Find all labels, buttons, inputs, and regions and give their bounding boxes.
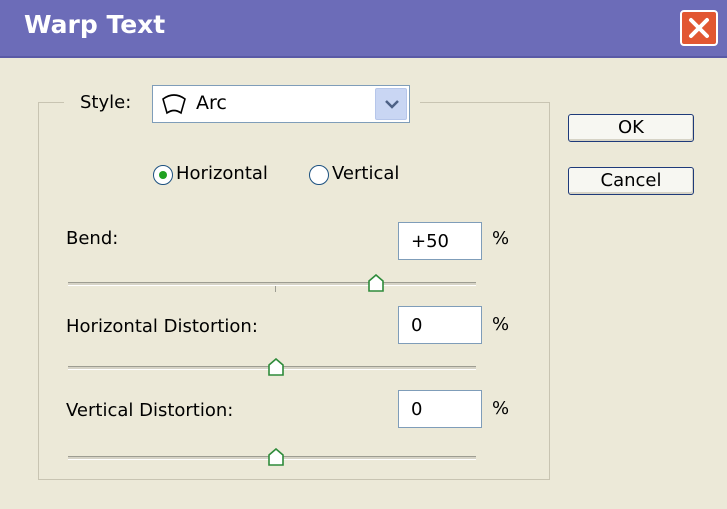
horizontal-distortion-slider-thumb[interactable] bbox=[268, 358, 284, 376]
close-button[interactable] bbox=[680, 10, 718, 46]
bend-slider-track[interactable] bbox=[68, 282, 476, 286]
vertical-radio-label[interactable]: Vertical bbox=[332, 163, 399, 184]
horizontal-radio[interactable] bbox=[153, 165, 173, 185]
arc-warp-icon bbox=[161, 93, 187, 119]
bend-input[interactable]: +50 bbox=[398, 222, 482, 260]
vertical-distortion-unit: % bbox=[492, 398, 510, 419]
chevron-down-icon bbox=[385, 100, 399, 109]
bend-slider-thumb[interactable] bbox=[368, 274, 384, 292]
bend-slider-center-tick bbox=[275, 286, 276, 292]
style-dropdown[interactable]: Arc bbox=[152, 85, 410, 123]
horizontal-distortion-unit: % bbox=[492, 314, 510, 335]
vertical-distortion-label: Vertical Distortion: bbox=[66, 400, 234, 421]
cancel-button[interactable]: Cancel bbox=[568, 167, 694, 195]
vertical-distortion-input[interactable]: 0 bbox=[398, 390, 482, 428]
vertical-distortion-slider-thumb[interactable] bbox=[268, 448, 284, 466]
vertical-radio[interactable] bbox=[309, 165, 329, 185]
radio-selected-dot bbox=[159, 171, 167, 179]
warp-text-dialog: Warp Text Style: Arc OK Cancel Horizonta… bbox=[0, 0, 727, 509]
style-label: Style: bbox=[80, 92, 132, 113]
horizontal-distortion-label: Horizontal Distortion: bbox=[66, 316, 258, 337]
style-value: Arc bbox=[196, 92, 227, 114]
horizontal-radio-label[interactable]: Horizontal bbox=[176, 163, 268, 184]
window-title: Warp Text bbox=[24, 10, 166, 39]
bend-unit: % bbox=[492, 228, 510, 249]
dropdown-arrow-button[interactable] bbox=[375, 88, 407, 120]
title-bar[interactable]: Warp Text bbox=[0, 0, 727, 58]
horizontal-distortion-input[interactable]: 0 bbox=[398, 306, 482, 344]
bend-label: Bend: bbox=[66, 228, 119, 249]
ok-button[interactable]: OK bbox=[568, 114, 694, 142]
